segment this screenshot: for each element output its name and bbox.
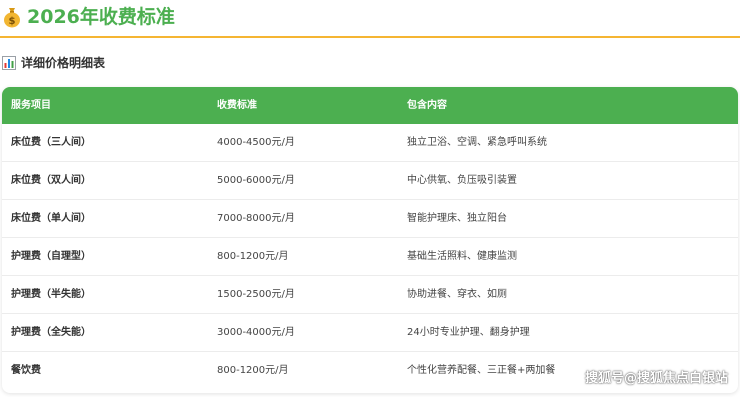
service-cell: 床位费（双人间） xyxy=(11,175,91,186)
service-cell: 护理费（自理型） xyxy=(11,251,91,262)
price-cell: 4000-4500元/月 xyxy=(217,137,295,148)
table-row: 护理费（全失能） 3000-4000元/月 24小时专业护理、翻身护理 xyxy=(2,314,738,352)
table-row: 护理费（自理型） 800-1200元/月 基础生活照料、健康监测 xyxy=(2,238,738,276)
column-header-price: 收费标准 xyxy=(217,100,257,111)
service-cell: 床位费（单人间） xyxy=(11,213,91,224)
page-title: 2026年收费标准 xyxy=(27,6,175,28)
money-bag-icon: $ xyxy=(4,8,20,28)
bar-chart-icon xyxy=(2,56,16,70)
content-cell: 智能护理床、独立阳台 xyxy=(407,213,507,224)
price-cell: 800-1200元/月 xyxy=(217,365,289,376)
content-cell: 个性化营养配餐、三正餐+两加餐 xyxy=(407,365,556,376)
table-row: 床位费（单人间） 7000-8000元/月 智能护理床、独立阳台 xyxy=(2,200,738,238)
column-header-content: 包含内容 xyxy=(407,100,447,111)
table-row: 护理费（半失能） 1500-2500元/月 协助进餐、穿衣、如厕 xyxy=(2,276,738,314)
price-cell: 800-1200元/月 xyxy=(217,251,289,262)
section-title: 详细价格明细表 xyxy=(21,56,106,70)
page-header: $ 2026年收费标准 xyxy=(0,0,740,38)
content-cell: 独立卫浴、空调、紧急呼叫系统 xyxy=(407,137,547,148)
price-cell: 7000-8000元/月 xyxy=(217,213,295,224)
price-table: 服务项目 收费标准 包含内容 床位费（三人间） 4000-4500元/月 独立卫… xyxy=(2,87,738,393)
content-cell: 协助进餐、穿衣、如厕 xyxy=(407,289,507,300)
service-cell: 护理费（半失能） xyxy=(11,289,91,300)
watermark: 搜狐号@搜狐焦点白银站 xyxy=(584,371,728,386)
svg-text:$: $ xyxy=(9,16,16,27)
content-cell: 24小时专业护理、翻身护理 xyxy=(407,327,530,338)
price-cell: 5000-6000元/月 xyxy=(217,175,295,186)
column-header-service: 服务项目 xyxy=(11,100,51,111)
content-cell: 中心供氧、负压吸引装置 xyxy=(407,175,517,186)
service-cell: 护理费（全失能） xyxy=(11,327,91,338)
service-cell: 餐饮费 xyxy=(11,365,41,376)
price-cell: 3000-4000元/月 xyxy=(217,327,295,338)
table-row: 床位费（双人间） 5000-6000元/月 中心供氧、负压吸引装置 xyxy=(2,162,738,200)
service-cell: 床位费（三人间） xyxy=(11,137,91,148)
price-cell: 1500-2500元/月 xyxy=(217,289,295,300)
table-header: 服务项目 收费标准 包含内容 xyxy=(2,87,738,124)
content-cell: 基础生活照料、健康监测 xyxy=(407,251,517,262)
table-row: 床位费（三人间） 4000-4500元/月 独立卫浴、空调、紧急呼叫系统 xyxy=(2,124,738,162)
